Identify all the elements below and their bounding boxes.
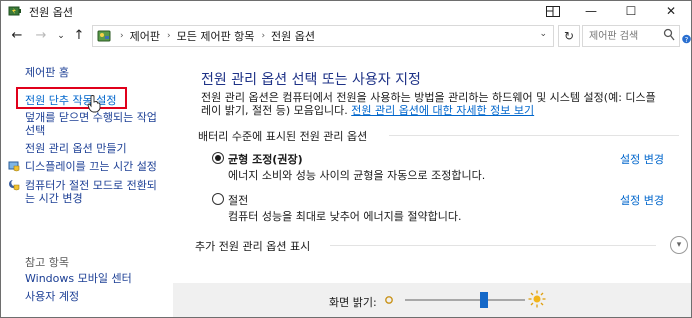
address-dropdown-icon[interactable]: ⌄ [539, 29, 547, 39]
breadcrumb-power-options[interactable]: 전원 옵션 [271, 28, 315, 44]
see-also-user-accounts[interactable]: 사용자 계정 [25, 291, 79, 303]
svg-text:?: ? [685, 36, 689, 44]
breadcrumb-separator: › [166, 31, 171, 41]
recent-locations-button[interactable]: ⌄ [53, 28, 69, 44]
plan-balanced-radio[interactable] [212, 152, 224, 164]
snap-layout-button[interactable] [535, 1, 571, 21]
hand-cursor-icon [87, 95, 101, 113]
plan-power-saver-change-settings-link[interactable]: 설정 변경 [620, 192, 664, 208]
display-shield-icon [8, 161, 20, 172]
plan-balanced-name[interactable]: 균형 조정(권장) [228, 151, 303, 167]
forward-button[interactable]: → [33, 28, 49, 44]
search-input[interactable] [589, 26, 663, 46]
more-info-link[interactable]: 전원 관리 옵션에 대한 자세한 정보 보기 [351, 104, 534, 117]
power-options-icon [8, 6, 21, 16]
sidebar-item-lid-close[interactable]: 덮개를 닫으면 수행되는 작업 [25, 112, 157, 124]
main-content: 전원 관리 옵션 선택 또는 사용자 지정 전원 관리 옵션은 컴퓨터에서 전원… [173, 53, 691, 317]
section-divider [389, 135, 679, 136]
page-title: 전원 관리 옵션 선택 또는 사용자 지정 [201, 72, 421, 88]
plan-power-saver-name[interactable]: 절전 [228, 192, 248, 208]
highlight-box [16, 87, 127, 109]
show-additional-plans-label[interactable]: 추가 전원 관리 옵션 표시 [195, 238, 310, 254]
up-button[interactable]: ↑ [71, 28, 87, 44]
see-also-mobility-center[interactable]: Windows 모바일 센터 [25, 273, 132, 285]
help-icon[interactable]: ? [682, 34, 691, 44]
back-button[interactable]: ← [9, 28, 25, 44]
address-bar[interactable]: › 제어판 › 모든 제어판 항목 › 전원 옵션 ⌄ [92, 25, 554, 47]
sidebar-item-lid-close-line2[interactable]: 선택 [25, 125, 45, 137]
breadcrumb-separator: › [120, 31, 124, 41]
expand-chevron-icon[interactable]: ▾ [670, 236, 688, 254]
sidebar-item-display-off[interactable]: 디스플레이를 끄는 시간 설정 [25, 161, 157, 173]
brightness-slider[interactable] [405, 299, 525, 301]
snap-layout-icon [546, 5, 560, 17]
bright-sun-icon [528, 290, 546, 308]
page-description: 전원 관리 옵션은 컴퓨터에서 전원을 사용하는 방법을 관리하는 하드웨어 및… [201, 91, 681, 117]
battery-plans-heading: 배터리 수준에 표시된 전원 관리 옵션 [198, 130, 368, 143]
search-box[interactable] [582, 25, 680, 47]
maximize-button[interactable]: ☐ [613, 1, 649, 21]
minimize-button[interactable]: — [573, 1, 609, 21]
description-line2: 레이 밝기, 절전 등) 모음입니다. [201, 104, 352, 117]
breadcrumb-all-items[interactable]: 모든 제어판 항목 [177, 28, 255, 44]
plan-balanced-change-settings-link[interactable]: 설정 변경 [620, 151, 664, 167]
search-icon [663, 28, 675, 41]
navigation-bar: ← → ⌄ ↑ › 제어판 › 모든 제어판 항목 › 전원 옵션 ⌄ ↻ [1, 24, 691, 50]
sidebar-item-sleep-time-line2[interactable]: 는 시간 변경 [25, 193, 83, 205]
moon-shield-icon [9, 179, 20, 191]
breadcrumb-control-panel[interactable]: 제어판 [130, 28, 160, 44]
sidebar-home-link[interactable]: 제어판 홈 [25, 67, 69, 79]
brightness-bar: 화면 밝기: [173, 283, 691, 317]
plan-power-saver-description: 컴퓨터 성능을 최대로 낮추어 에너지를 절약합니다. [228, 210, 462, 223]
brightness-label: 화면 밝기: [329, 296, 377, 309]
section-divider [330, 245, 656, 246]
plan-balanced-description: 에너지 소비와 성능 사이의 균형을 자동으로 조정합니다. [228, 169, 486, 182]
title-bar: 전원 옵션 — ☐ ✕ [1, 1, 691, 21]
control-panel-icon [97, 30, 111, 42]
description-line1: 전원 관리 옵션은 컴퓨터에서 전원을 사용하는 방법을 관리하는 하드웨어 및… [201, 91, 656, 104]
brightness-slider-thumb[interactable] [480, 292, 489, 308]
plan-power-saver-radio[interactable] [212, 193, 224, 205]
see-also-heading: 참고 항목 [25, 256, 69, 269]
sidebar-item-create-plan[interactable]: 전원 관리 옵션 만들기 [25, 143, 127, 155]
breadcrumb-separator: › [261, 31, 266, 41]
sidebar-item-sleep-time[interactable]: 컴퓨터가 절전 모드로 전환되 [25, 180, 157, 192]
refresh-button[interactable]: ↻ [558, 25, 580, 47]
close-button[interactable]: ✕ [653, 1, 689, 21]
power-options-window: 전원 옵션 — ☐ ✕ ← → ⌄ ↑ › 제어판 › 모든 제어판 항목 › … [0, 0, 692, 318]
dim-sun-icon [385, 296, 393, 304]
window-title: 전원 옵션 [29, 6, 73, 19]
